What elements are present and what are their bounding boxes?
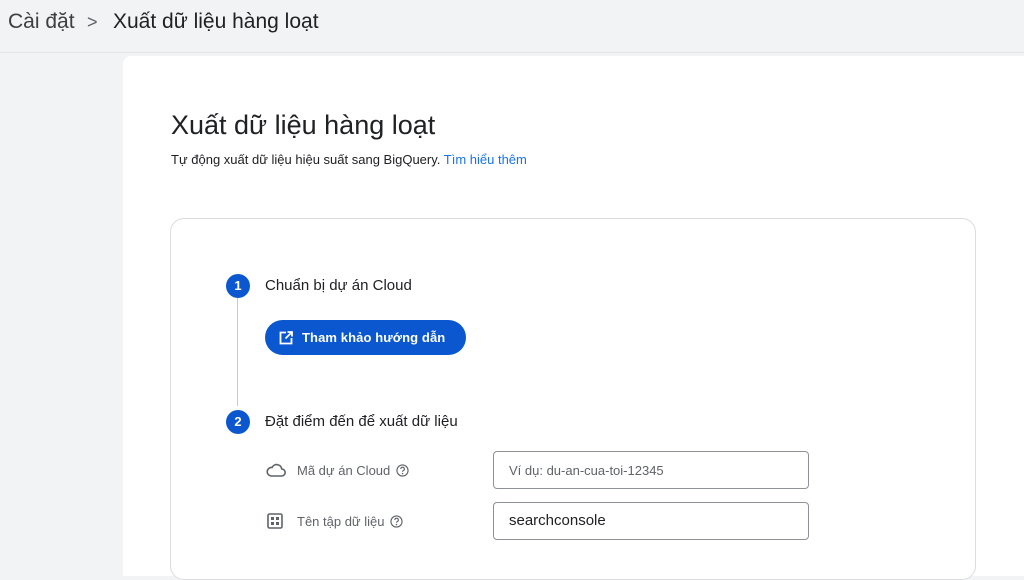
cloud-project-id-label-text: Mã dự án Cloud	[297, 463, 391, 478]
view-guide-button[interactable]: Tham khảo hướng dẫn	[265, 320, 466, 355]
cloud-project-id-input[interactable]	[493, 451, 809, 489]
page-title: Xuất dữ liệu hàng loạt	[171, 110, 436, 140]
step-1-number-badge: 1	[226, 274, 250, 298]
step-2-title: Đặt điểm đến để xuất dữ liệu	[265, 413, 458, 430]
breadcrumb-current: Xuất dữ liệu hàng loạt	[113, 10, 319, 33]
top-bar: Cài đặt > Xuất dữ liệu hàng loạt	[0, 0, 1024, 53]
page-description: Tự động xuất dữ liệu hiệu suất sang BigQ…	[171, 152, 527, 167]
breadcrumb-chevron-icon: >	[87, 12, 98, 32]
view-guide-button-label: Tham khảo hướng dẫn	[302, 330, 446, 345]
dataset-name-label: Tên tập dữ liệu	[297, 514, 404, 529]
step-1-title: Chuẩn bị dự án Cloud	[265, 277, 412, 294]
step-2-number-badge: 2	[226, 410, 250, 434]
dataset-name-label-text: Tên tập dữ liệu	[297, 514, 385, 529]
cloud-project-id-label: Mã dự án Cloud	[297, 463, 409, 478]
learn-more-link[interactable]: Tìm hiểu thêm	[444, 152, 527, 167]
dataset-grid-icon	[267, 513, 283, 529]
help-icon[interactable]	[390, 515, 404, 528]
breadcrumb-settings-link[interactable]: Cài đặt	[8, 10, 75, 34]
cloud-icon	[266, 463, 286, 477]
dataset-name-value: searchconsole	[509, 512, 606, 529]
open-in-new-icon	[279, 330, 293, 344]
dataset-name-input[interactable]: searchconsole	[493, 502, 809, 540]
step-connector-line	[237, 298, 238, 406]
help-icon[interactable]	[396, 464, 409, 477]
description-text: Tự động xuất dữ liệu hiệu suất sang BigQ…	[171, 152, 441, 167]
